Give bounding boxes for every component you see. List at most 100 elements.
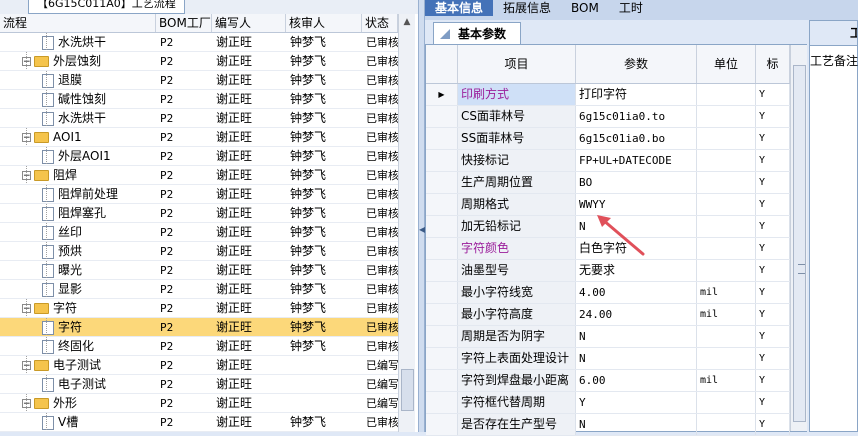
tree-row[interactable]: 水洗烘干 P2 谢正旺 钟梦飞 已审核 [0,109,398,128]
tree-node[interactable]: 字符 [0,318,156,336]
tree-node[interactable]: 水洗烘干 [0,33,156,51]
tree-row[interactable]: 终固化 P2 谢正旺 钟梦飞 已审核 [0,337,398,356]
scroll-thumb[interactable] [401,369,414,411]
tree-node[interactable]: 水洗烘干 [0,109,156,127]
grid-row[interactable]: SS面菲林号 6g15c01ia0.bo Y [426,128,790,150]
column-header-unit[interactable]: 单位 [697,45,756,83]
tree-row[interactable]: − AOI1 P2 谢正旺 钟梦飞 已审核 [0,128,398,147]
param-value-cell[interactable]: N [576,348,697,369]
row-indicator[interactable] [426,392,458,413]
tree-row[interactable]: 预烘 P2 谢正旺 钟梦飞 已审核 [0,242,398,261]
row-indicator[interactable] [426,348,458,369]
tree-row[interactable]: 曝光 P2 谢正旺 钟梦飞 已审核 [0,261,398,280]
grid-row[interactable]: 快接标记 FP+UL+DATECODE Y [426,150,790,172]
tree-row[interactable]: − 字符 P2 谢正旺 钟梦飞 已审核 [0,299,398,318]
column-header-bom[interactable]: BOM工厂 [156,14,212,32]
grid-row[interactable]: 周期是否为阴字 N Y [426,326,790,348]
tree-row[interactable]: 碱性蚀刻 P2 谢正旺 钟梦飞 已审核 [0,90,398,109]
tree-row[interactable]: 外层AOI1 P2 谢正旺 钟梦飞 已审核 [0,147,398,166]
row-indicator[interactable] [426,304,458,325]
grid-scroll-thumb[interactable] [793,65,806,422]
column-header-item[interactable]: 项目 [458,45,576,83]
row-indicator[interactable] [426,326,458,347]
tree-scrollbar[interactable]: ▲ [398,14,415,432]
tree-node[interactable]: 电子测试 [0,375,156,393]
row-indicator[interactable] [426,216,458,237]
param-value-cell[interactable]: 24.00 [576,304,697,325]
tree-node[interactable]: 外层AOI1 [0,147,156,165]
tree-node[interactable]: − 外形 [0,394,156,412]
grid-row[interactable]: ▶ 印刷方式 打印字符 Y [426,84,790,106]
column-header-flow[interactable]: 流程 [0,14,156,32]
tree-row[interactable]: − 电子测试 P2 谢正旺 已编写 [0,356,398,375]
tab-basic-info[interactable]: 基本信息 [425,0,494,16]
grid-row[interactable]: 油墨型号 无要求 Y [426,260,790,282]
tree-node[interactable]: − 外层蚀刻 [0,52,156,70]
tree-row[interactable]: − 外层蚀刻 P2 谢正旺 钟梦飞 已审核 [0,52,398,71]
grid-row[interactable]: 字符上表面处理设计 N Y [426,348,790,370]
grid-row[interactable]: 生产周期位置 BO Y [426,172,790,194]
row-indicator[interactable] [426,150,458,171]
tree-node[interactable]: 碱性蚀刻 [0,90,156,108]
column-header-status[interactable]: 状态 [362,14,398,32]
grid-scrollbar[interactable] [790,45,807,431]
param-value-cell[interactable]: 6g15c01ia0.to [576,106,697,127]
tree-row[interactable]: 阻焊前处理 P2 谢正旺 钟梦飞 已审核 [0,185,398,204]
column-header-writer[interactable]: 编写人 [212,14,286,32]
tree-row[interactable]: V槽 P2 谢正旺 钟梦飞 已审核 [0,413,398,432]
param-value-cell[interactable]: FP+UL+DATECODE [576,150,697,171]
tree-node[interactable]: − AOI1 [0,128,156,146]
grid-row[interactable]: 字符到焊盘最小距离 6.00 mil Y [426,370,790,392]
tree-node[interactable]: V槽 [0,413,156,431]
row-indicator[interactable] [426,172,458,193]
scroll-up-icon[interactable]: ▲ [399,14,415,30]
tree-row[interactable]: 显影 P2 谢正旺 钟梦飞 已审核 [0,280,398,299]
row-indicator[interactable] [426,370,458,391]
tree-row[interactable]: 字符 P2 谢正旺 钟梦飞 已审核 [0,318,398,337]
param-value-cell[interactable]: BO [576,172,697,193]
param-value-cell[interactable]: Y [576,392,697,413]
tree-node[interactable]: 阻焊前处理 [0,185,156,203]
row-indicator[interactable] [426,194,458,215]
param-value-cell[interactable]: 4.00 [576,282,697,303]
column-header-reviewer[interactable]: 核审人 [286,14,362,32]
panel-splitter[interactable]: ◀ [418,0,425,432]
tree-node[interactable]: − 字符 [0,299,156,317]
tab-basic-params[interactable]: 基本参数 [433,22,522,45]
tree-node[interactable]: 阻焊塞孔 [0,204,156,222]
grid-row[interactable]: 是否存在生产型号 N Y [426,414,790,436]
tab-process[interactable]: 工 [810,21,857,46]
param-value-cell[interactable]: 6.00 [576,370,697,391]
grid-row[interactable]: CS面菲林号 6g15c01ia0.to Y [426,106,790,128]
tab-bom[interactable]: BOM [561,0,609,16]
tab-extended-info[interactable]: 拓展信息 [493,0,561,16]
tree-row[interactable]: − 阻焊 P2 谢正旺 钟梦飞 已审核 [0,166,398,185]
tree-node[interactable]: 终固化 [0,337,156,355]
param-value-cell[interactable]: N [576,326,697,347]
param-value-cell[interactable]: 打印字符 [576,84,697,105]
tree-row[interactable]: − 外形 P2 谢正旺 已编写 [0,394,398,413]
tree-node[interactable]: 丝印 [0,223,156,241]
tree-node[interactable]: 显影 [0,280,156,298]
tab-work-hours[interactable]: 工时 [609,0,653,16]
tree-node[interactable]: − 电子测试 [0,356,156,374]
param-value-cell[interactable]: 无要求 [576,260,697,281]
row-indicator[interactable] [426,260,458,281]
param-value-cell[interactable]: 6g15c01ia0.bo [576,128,697,149]
tree-node[interactable]: − 阻焊 [0,166,156,184]
tree-node[interactable]: 预烘 [0,242,156,260]
row-indicator[interactable] [426,238,458,259]
grid-row[interactable]: 最小字符高度 24.00 mil Y [426,304,790,326]
tab-process-flow[interactable]: 【6G15C011A0】工艺流程 [28,0,185,14]
tree-node[interactable]: 曝光 [0,261,156,279]
tree-row[interactable]: 电子测试 P2 谢正旺 已编写 [0,375,398,394]
current-row-icon[interactable]: ▶ [426,84,458,105]
row-indicator[interactable] [426,106,458,127]
grid-row[interactable]: 最小字符线宽 4.00 mil Y [426,282,790,304]
tree-row[interactable]: 水洗烘干 P2 谢正旺 钟梦飞 已审核 [0,33,398,52]
tree-row[interactable]: 丝印 P2 谢正旺 钟梦飞 已审核 [0,223,398,242]
tree-row[interactable]: 阻焊塞孔 P2 谢正旺 钟梦飞 已审核 [0,204,398,223]
tree-node[interactable]: 退膜 [0,71,156,89]
grid-row[interactable]: 字符框代替周期 Y Y [426,392,790,414]
row-indicator[interactable] [426,128,458,149]
